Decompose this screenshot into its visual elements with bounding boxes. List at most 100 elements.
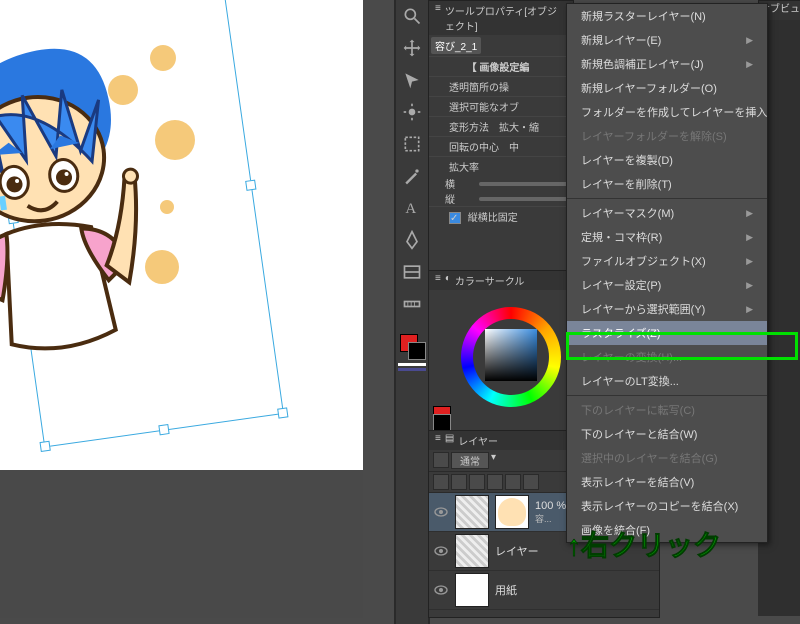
layer-name: レイヤー: [495, 543, 539, 559]
visibility-icon[interactable]: [433, 582, 449, 598]
layer-btn[interactable]: [469, 474, 485, 490]
menu-item-label: 選択中のレイヤーを結合(G): [581, 450, 718, 466]
zoom-h-slider[interactable]: [479, 182, 573, 186]
ruler-icon[interactable]: [402, 294, 422, 314]
text-icon[interactable]: A: [402, 198, 422, 218]
chevron-right-icon: ▶: [746, 59, 753, 70]
layer-name: 用紙: [495, 582, 517, 598]
menu-item[interactable]: レイヤー設定(P)▶: [567, 273, 767, 297]
arrow-icon[interactable]: [402, 70, 422, 90]
light-icon[interactable]: [402, 102, 422, 122]
menu-item-label: レイヤーから選択範囲(Y): [581, 301, 705, 317]
prop-row[interactable]: 回転の中心中: [429, 136, 573, 156]
menu-item[interactable]: レイヤーマスク(M)▶: [567, 201, 767, 225]
menu-item: 選択中のレイヤーを結合(G): [567, 446, 767, 470]
sv-box[interactable]: [485, 329, 537, 381]
color-circle-header: カラーサークル: [455, 273, 525, 288]
layer-btn[interactable]: [487, 474, 503, 490]
ratio-lock-row[interactable]: ✓ 縦横比固定: [429, 206, 573, 226]
zoom-icon[interactable]: [402, 6, 422, 26]
layer-btn[interactable]: [451, 474, 467, 490]
chevron-right-icon: ▶: [746, 232, 753, 243]
move-icon[interactable]: [402, 38, 422, 58]
tool-property-tab[interactable]: 容び_2_1: [431, 37, 481, 54]
menu-separator: [567, 198, 767, 199]
tool-property-panel: ≡ ツールプロパティ[オブジェクト] 容び_2_1 【 画像設定編 透明箇所の操…: [428, 0, 574, 272]
menu-item-label: レイヤーフォルダーを解除(S): [581, 128, 727, 144]
canvas[interactable]: [0, 0, 363, 470]
prop-row[interactable]: 透明箇所の操: [429, 76, 573, 96]
svg-text:A: A: [405, 201, 416, 217]
menu-item-label: 新規レイヤーフォルダー(O): [581, 80, 717, 96]
layer-btn[interactable]: [523, 474, 539, 490]
layers-icon: ▤: [445, 433, 454, 448]
menu-item[interactable]: レイヤーを削除(T): [567, 172, 767, 196]
menu-item-label: フォルダーを作成してレイヤーを挿入(F): [581, 104, 767, 120]
frame-icon[interactable]: [402, 262, 422, 282]
toolbar-vertical: A: [394, 0, 430, 624]
menu-icon[interactable]: ≡: [435, 433, 441, 448]
zoom-v-slider[interactable]: [479, 197, 573, 201]
layer-thumb: [455, 573, 489, 607]
chevron-right-icon: ▶: [746, 35, 753, 46]
menu-item: レイヤーフォルダーを解除(S): [567, 124, 767, 148]
menu-item[interactable]: 定規・コマ枠(R) ▶: [567, 225, 767, 249]
menu-item[interactable]: ファイルオブジェクト(X)▶: [567, 249, 767, 273]
layer-btn[interactable]: [433, 474, 449, 490]
layer-thumb: [455, 495, 489, 529]
blend-mode-select[interactable]: 通常: [451, 452, 489, 469]
zoom-label: 拡大率: [429, 156, 573, 176]
menu-item[interactable]: フォルダーを作成してレイヤーを挿入(F): [567, 100, 767, 124]
menu-item-label: レイヤーを複製(D): [581, 152, 673, 168]
menu-item: レイヤーの変換(H)...: [567, 345, 767, 369]
menu-item-label: 下のレイヤーと結合(W): [581, 426, 697, 442]
menu-item[interactable]: ラスタライズ(Z): [567, 321, 767, 345]
lasso-icon[interactable]: [402, 134, 422, 154]
layer-btn[interactable]: [505, 474, 521, 490]
layer-row[interactable]: 用紙: [429, 571, 659, 610]
layer-btn[interactable]: [433, 452, 449, 468]
menu-item[interactable]: レイヤーのLT変換...: [567, 369, 767, 393]
chevron-right-icon: ▶: [746, 304, 753, 315]
menu-item[interactable]: レイヤーを複製(D): [567, 148, 767, 172]
layer-name: 100 %: [535, 500, 566, 512]
prop-row[interactable]: 選択可能なオブ: [429, 96, 573, 116]
menu-item-label: レイヤーマスク(M): [581, 205, 674, 221]
color-swatch[interactable]: [398, 332, 426, 360]
menu-item-label: 表示レイヤーのコピーを結合(X): [581, 498, 738, 514]
prop-row[interactable]: 変形方法拡大・縮: [429, 116, 573, 136]
canvas-area[interactable]: [0, 0, 363, 618]
menu-item-label: ファイルオブジェクト(X): [581, 253, 706, 269]
menu-item-label: レイヤーのLT変換...: [581, 373, 679, 389]
menu-item[interactable]: 新規ラスターレイヤー(N): [567, 4, 767, 28]
section-label: 【 画像設定編: [429, 56, 573, 76]
menu-item-label: レイヤーの変換(H)...: [581, 349, 682, 365]
pen-icon[interactable]: [402, 230, 422, 250]
visibility-icon[interactable]: [433, 504, 449, 520]
menu-item[interactable]: 表示レイヤーのコピーを結合(X): [567, 494, 767, 518]
menu-item-label: 新規ラスターレイヤー(N): [581, 8, 706, 24]
layer-context-menu: 新規ラスターレイヤー(N) 新規レイヤー(E)▶新規色調補正レイヤー(J)▶ 新規レ…: [566, 3, 768, 543]
mini-swatch[interactable]: [433, 406, 459, 432]
menu-item[interactable]: 表示レイヤーを結合(V): [567, 470, 767, 494]
menu-item[interactable]: レイヤーから選択範囲(Y) ▶: [567, 297, 767, 321]
menu-item[interactable]: 新規色調補正レイヤー(J)▶: [567, 52, 767, 76]
menu-item-label: ラスタライズ(Z): [581, 325, 661, 341]
annotation-text: ↑右クリック: [567, 524, 721, 564]
visibility-icon[interactable]: [433, 543, 449, 559]
layer-thumb: [455, 534, 489, 568]
menu-icon[interactable]: ≡: [435, 3, 441, 33]
ratio-lock-checkbox[interactable]: ✓: [449, 212, 461, 224]
menu-item-label: 定規・コマ枠(R): [581, 229, 662, 245]
character-art: [0, 35, 190, 405]
wand-icon[interactable]: [402, 166, 422, 186]
color-circle-panel: ≡ ◐ カラーサークル: [428, 270, 574, 432]
menu-item[interactable]: 新規レイヤーフォルダー(O): [567, 76, 767, 100]
menu-separator: [567, 395, 767, 396]
menu-item-label: 表示レイヤーを結合(V): [581, 474, 694, 490]
menu-icon[interactable]: ≡: [435, 273, 441, 288]
menu-item-label: 下のレイヤーに転写(C): [581, 402, 695, 418]
chevron-right-icon: ▶: [746, 280, 753, 291]
menu-item[interactable]: 下のレイヤーと結合(W): [567, 422, 767, 446]
menu-item[interactable]: 新規レイヤー(E)▶: [567, 28, 767, 52]
